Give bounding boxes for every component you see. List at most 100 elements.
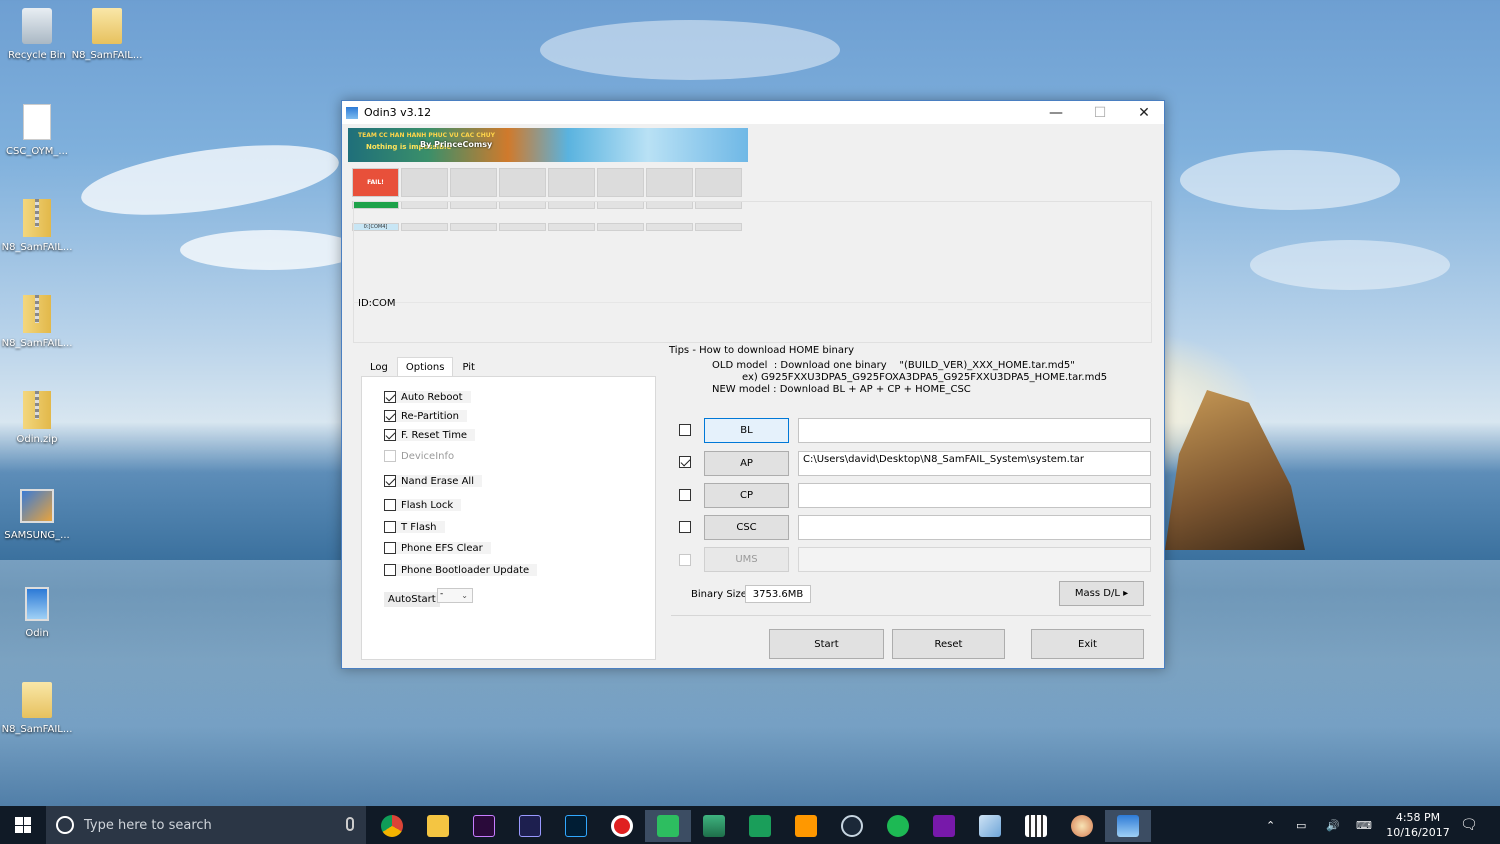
desktop-icon-csc[interactable]: CSC_OYM_... xyxy=(0,102,74,157)
checkbox[interactable] xyxy=(384,410,396,422)
zip-folder-icon xyxy=(23,199,51,237)
ap-button[interactable]: AP xyxy=(704,451,789,476)
maximize-button[interactable]: ☐ xyxy=(1078,101,1122,124)
port-slot xyxy=(401,168,448,197)
cloud xyxy=(77,132,343,228)
photoshop-icon[interactable] xyxy=(553,810,599,842)
microphone-icon[interactable] xyxy=(346,817,354,831)
csc-button[interactable]: CSC xyxy=(704,515,789,540)
keyboard-icon[interactable]: ⌨ xyxy=(1356,806,1372,844)
option-nand-erase-all[interactable]: Nand Erase All xyxy=(384,475,482,487)
option-t-flash[interactable]: T Flash xyxy=(384,521,445,533)
checkbox xyxy=(384,450,396,462)
image-viewer-icon[interactable] xyxy=(691,810,737,842)
checkbox[interactable] xyxy=(384,475,396,487)
checkbox[interactable] xyxy=(384,542,396,554)
port-slot xyxy=(646,168,693,197)
window-title: Odin3 v3.12 xyxy=(364,106,432,119)
taskbar-search-box[interactable]: Type here to search xyxy=(46,806,366,844)
tips-title: Tips - How to download HOME binary xyxy=(667,345,856,356)
option-auto-reboot[interactable]: Auto Reboot xyxy=(384,391,471,403)
checkbox[interactable] xyxy=(384,521,396,533)
notes-icon[interactable] xyxy=(967,810,1013,842)
sublime-icon[interactable] xyxy=(783,810,829,842)
tab-options[interactable]: Options xyxy=(396,357,454,377)
desktop-icon-odin-zip[interactable]: Odin.zip xyxy=(0,390,74,445)
bl-checkbox[interactable] xyxy=(679,424,696,436)
close-button[interactable]: ✕ xyxy=(1122,101,1166,124)
id-com-label: ID:COM xyxy=(358,298,396,309)
checkbox[interactable] xyxy=(384,391,396,403)
csc-path-field[interactable] xyxy=(798,515,1151,540)
option-f-reset-time[interactable]: F. Reset Time xyxy=(384,429,476,441)
show-hidden-icons-button[interactable]: ⌃ xyxy=(1266,806,1275,844)
checkbox[interactable] xyxy=(384,564,396,576)
taskbar: Type here to search ⌃ ▭ 🔊 ⌨ 4:58 PM 10/1… xyxy=(0,806,1500,844)
option-phone-efs-clear[interactable]: Phone EFS Clear xyxy=(384,542,491,554)
cp-checkbox[interactable] xyxy=(679,489,696,501)
desktop-icon-folder[interactable]: N8_SamFAIL... xyxy=(0,680,74,735)
evernote-icon[interactable] xyxy=(645,810,691,842)
folder-icon xyxy=(22,682,52,718)
option-flash-lock[interactable]: Flash Lock xyxy=(384,499,462,511)
desktop-icon-recycle-bin[interactable]: Recycle Bin xyxy=(0,6,74,61)
odin-window: Odin3 v3.12 — ☐ ✕ TEAM CC HAN HANH PHUC … xyxy=(341,100,1165,669)
zip-folder-icon xyxy=(23,391,51,429)
snagit-icon[interactable] xyxy=(737,810,783,842)
after-effects-icon[interactable] xyxy=(507,810,553,842)
bl-path-field[interactable] xyxy=(798,418,1151,443)
tips-line: ex) G925FXXU3DPA5_G925FOXA3DPA5_G925FXXU… xyxy=(742,372,1108,383)
cp-button[interactable]: CP xyxy=(704,483,789,508)
mass-dl-button[interactable]: Mass D/L ▸ xyxy=(1059,581,1144,606)
start-button[interactable]: Start xyxy=(769,629,884,659)
binary-size-value: 3753.6MB xyxy=(745,585,811,603)
autostart-label: AutoStart xyxy=(384,592,440,607)
csc-checkbox[interactable] xyxy=(679,521,696,533)
premiere-icon[interactable] xyxy=(461,810,507,842)
odin-taskbar-icon[interactable] xyxy=(1105,810,1151,842)
odin-app-icon xyxy=(346,106,358,119)
desktop-icon-odin[interactable]: Odin xyxy=(0,584,74,639)
spotify-icon[interactable] xyxy=(875,810,921,842)
taskbar-clock[interactable]: 4:58 PM 10/16/2017 xyxy=(1385,810,1451,840)
desktop-icon-zip[interactable]: N8_SamFAIL... xyxy=(0,198,74,253)
port-slot xyxy=(597,168,644,197)
desktop-icon-samsung[interactable]: SAMSUNG_... xyxy=(0,486,74,541)
file-explorer-icon[interactable] xyxy=(415,810,461,842)
ap-checkbox[interactable] xyxy=(679,456,696,468)
ap-path-field[interactable]: C:\Users\david\Desktop\N8_SamFAIL_System… xyxy=(798,451,1151,476)
chrome-icon[interactable] xyxy=(369,810,415,842)
tab-log[interactable]: Log xyxy=(361,357,397,377)
desktop-icon-folder[interactable]: N8_SamFAIL... xyxy=(70,6,144,61)
exit-button[interactable]: Exit xyxy=(1031,629,1144,659)
cp-path-field[interactable] xyxy=(798,483,1151,508)
start-button[interactable] xyxy=(0,806,46,844)
action-center-icon[interactable]: 🗨 xyxy=(1460,806,1478,844)
battery-icon[interactable]: ▭ xyxy=(1296,806,1306,844)
minimize-button[interactable]: — xyxy=(1034,101,1078,124)
onenote-icon[interactable] xyxy=(921,810,967,842)
cloud xyxy=(1250,240,1450,290)
tips-line: OLD model : Download one binary "(BUILD_… xyxy=(712,360,1075,371)
port-slot xyxy=(499,168,546,197)
cloud xyxy=(1180,150,1400,210)
record-icon[interactable] xyxy=(599,810,645,842)
option-re-partition[interactable]: Re-Partition xyxy=(384,410,467,422)
autostart-select[interactable]: - ⌄ xyxy=(437,588,473,603)
option-device-info: DeviceInfo xyxy=(384,450,463,462)
clock-date: 10/16/2017 xyxy=(1386,826,1450,839)
checkbox[interactable] xyxy=(384,429,396,441)
clock-time: 4:58 PM xyxy=(1395,811,1441,824)
volume-icon[interactable]: 🔊 xyxy=(1326,806,1340,844)
steam-icon[interactable] xyxy=(829,810,875,842)
option-phone-bootloader-update[interactable]: Phone Bootloader Update xyxy=(384,564,538,576)
tab-pit[interactable]: Pit xyxy=(453,357,484,377)
bl-button[interactable]: BL xyxy=(704,418,789,443)
tab-strip: Log Options Pit xyxy=(361,357,484,377)
desktop-icon-zip[interactable]: N8_SamFAIL... xyxy=(0,294,74,349)
cloud xyxy=(180,230,360,270)
paint-icon[interactable] xyxy=(1059,810,1105,842)
reset-button[interactable]: Reset xyxy=(892,629,1005,659)
checkbox[interactable] xyxy=(384,499,396,511)
calculator-icon[interactable] xyxy=(1013,810,1059,842)
